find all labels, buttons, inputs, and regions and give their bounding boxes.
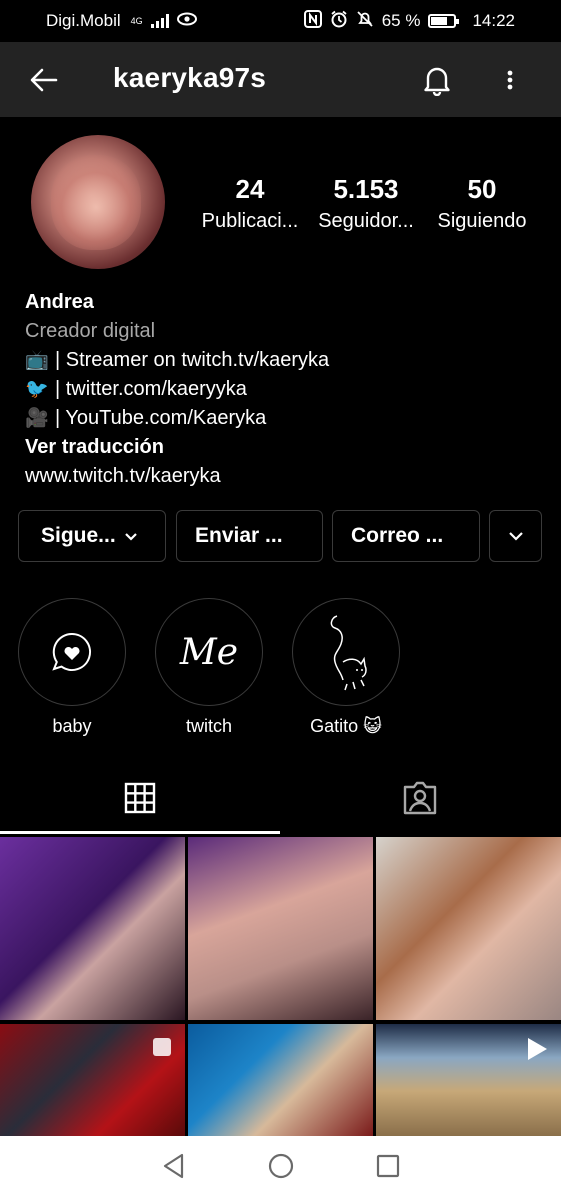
post-thumbnail[interactable] bbox=[0, 837, 185, 1020]
camera-emoji: 🎥 bbox=[25, 408, 49, 429]
bio-line: 🎥 | YouTube.com/Kaeryka bbox=[25, 404, 535, 433]
following-label: Siguiendo bbox=[437, 210, 527, 232]
followers-label: Seguidor... bbox=[318, 210, 414, 232]
status-bar: Digi.Mobil 4G 65 % 14:22 bbox=[0, 0, 561, 42]
chevron-down-icon bbox=[124, 524, 138, 548]
following-button-label: Sigue... bbox=[41, 524, 116, 547]
stat-posts[interactable]: 24 Publicaci... bbox=[191, 172, 309, 236]
message-button-label: Enviar ... bbox=[195, 524, 283, 547]
profile-name: Andrea bbox=[25, 291, 94, 313]
more-options-button[interactable] bbox=[500, 64, 520, 96]
alarm-icon bbox=[330, 10, 348, 33]
battery-icon bbox=[428, 14, 460, 28]
highlight-ring: Me bbox=[155, 598, 263, 706]
highlight-label: baby bbox=[52, 716, 92, 736]
carousel-icon bbox=[153, 1038, 171, 1056]
post-thumbnail[interactable] bbox=[188, 837, 373, 1020]
triangle-back-icon bbox=[163, 1153, 183, 1178]
more-vertical-icon bbox=[507, 70, 513, 90]
followers-count: 5.153 bbox=[333, 174, 399, 204]
profile-website-link[interactable]: www.twitch.tv/kaeryka bbox=[25, 462, 535, 491]
heart-bubble-icon bbox=[52, 632, 91, 671]
bio-line: 🐦 | twitter.com/kaeryyka bbox=[25, 375, 535, 404]
square-recents-icon bbox=[377, 1154, 400, 1177]
posts-count: 24 bbox=[235, 174, 265, 204]
post-thumbnail[interactable] bbox=[0, 1024, 185, 1136]
profile-username: kaeryka97s bbox=[113, 62, 267, 93]
profile-bio: Andrea Creador digital 📺 | Streamer on t… bbox=[25, 288, 535, 491]
highlight-cover bbox=[23, 603, 121, 701]
highlight-gatito[interactable]: Gatito 😺 bbox=[292, 598, 400, 737]
profile-avatar[interactable] bbox=[31, 135, 165, 269]
email-button[interactable]: Correo ... bbox=[332, 510, 480, 562]
active-tab-indicator bbox=[0, 831, 280, 834]
following-count: 50 bbox=[467, 174, 497, 204]
tab-grid[interactable] bbox=[0, 760, 280, 836]
post-thumbnail[interactable] bbox=[188, 1024, 373, 1136]
back-button[interactable] bbox=[28, 64, 60, 96]
tab-tagged[interactable] bbox=[280, 760, 560, 836]
battery-level: 65 % bbox=[381, 11, 421, 30]
profile-tabs bbox=[0, 760, 561, 836]
email-button-label: Correo ... bbox=[351, 524, 444, 547]
network-type: 4G bbox=[130, 15, 143, 26]
tagged-person-icon bbox=[403, 781, 437, 815]
highlight-twitch[interactable]: Me twitch bbox=[155, 598, 263, 737]
highlight-cover: Me bbox=[160, 603, 258, 701]
post-thumbnail[interactable] bbox=[376, 837, 561, 1020]
profile-category: Creador digital bbox=[25, 320, 156, 342]
signal-icon bbox=[150, 14, 169, 28]
recents-nav-button[interactable] bbox=[375, 1153, 401, 1184]
highlight-ring bbox=[18, 598, 126, 706]
bio-line-text: | Streamer on twitch.tv/kaeryka bbox=[55, 349, 330, 371]
eye-icon bbox=[176, 11, 197, 31]
highlight-ring bbox=[292, 598, 400, 706]
clock: 14:22 bbox=[472, 11, 515, 30]
tv-emoji: 📺 bbox=[25, 350, 49, 371]
system-navigation-bar bbox=[0, 1136, 561, 1200]
highlight-label: Gatito 😺 bbox=[310, 716, 382, 736]
stat-following[interactable]: 50 Siguiendo bbox=[423, 172, 541, 236]
arrow-left-icon bbox=[30, 68, 58, 92]
home-nav-button[interactable] bbox=[267, 1152, 295, 1185]
notifications-button[interactable] bbox=[422, 64, 452, 97]
see-translation-link[interactable]: Ver traducción bbox=[25, 433, 535, 462]
bird-emoji: 🐦 bbox=[25, 379, 49, 400]
bell-icon bbox=[424, 67, 450, 97]
highlight-cover bbox=[297, 603, 395, 701]
posts-label: Publicaci... bbox=[201, 210, 299, 232]
post-thumbnail[interactable] bbox=[376, 1024, 561, 1136]
highlight-label: twitch bbox=[185, 716, 232, 736]
mute-icon bbox=[356, 10, 374, 33]
cat-drawing-icon bbox=[330, 615, 367, 691]
bio-line-text: | twitter.com/kaeryyka bbox=[55, 378, 247, 400]
circle-home-icon bbox=[269, 1153, 294, 1178]
chevron-down-icon bbox=[508, 532, 523, 541]
highlight-baby[interactable]: baby bbox=[18, 598, 126, 737]
profile-header-bar: kaeryka97s bbox=[0, 42, 561, 117]
carrier-name: Digi.Mobil bbox=[46, 11, 121, 30]
message-button[interactable]: Enviar ... bbox=[176, 510, 323, 562]
bio-line-text: | YouTube.com/Kaeryka bbox=[55, 407, 267, 429]
video-play-icon bbox=[528, 1038, 547, 1060]
bio-line: 📺 | Streamer on twitch.tv/kaeryka bbox=[25, 346, 535, 375]
following-button[interactable]: Sigue... bbox=[18, 510, 166, 562]
back-nav-button[interactable] bbox=[160, 1152, 188, 1185]
nfc-icon bbox=[303, 9, 322, 33]
stat-followers[interactable]: 5.153 Seguidor... bbox=[307, 172, 425, 236]
me-script-icon: Me bbox=[179, 631, 239, 673]
grid-icon bbox=[124, 782, 156, 814]
suggested-accounts-button[interactable] bbox=[489, 510, 542, 562]
